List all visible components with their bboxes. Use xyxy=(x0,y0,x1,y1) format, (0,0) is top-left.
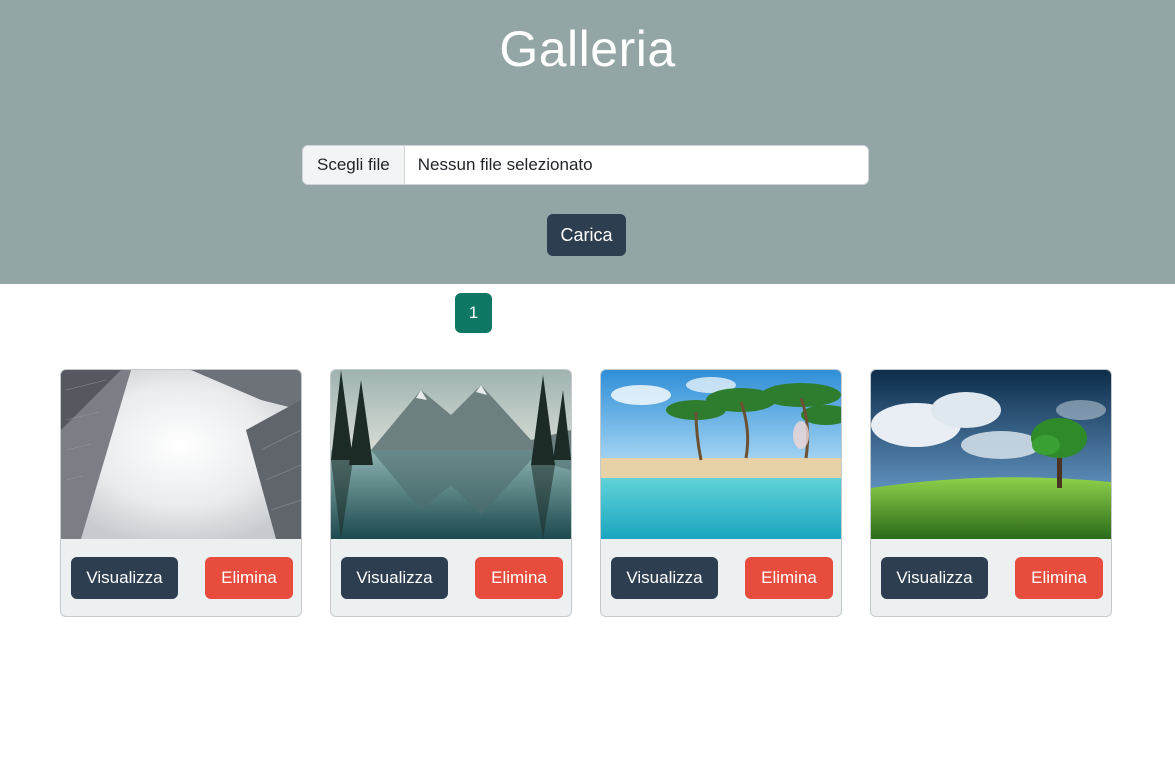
gallery-card-4: Visualizza Elimina xyxy=(870,369,1112,617)
view-button[interactable]: Visualizza xyxy=(881,557,988,599)
choose-file-button[interactable]: Scegli file xyxy=(303,146,405,184)
mountain-lake-image[interactable] xyxy=(331,370,571,539)
upload-button[interactable]: Carica xyxy=(547,214,626,256)
delete-button[interactable]: Elimina xyxy=(205,557,293,599)
view-button[interactable]: Visualizza xyxy=(611,557,718,599)
view-button[interactable]: Visualizza xyxy=(71,557,178,599)
view-button[interactable]: Visualizza xyxy=(341,557,448,599)
page-title: Galleria xyxy=(499,21,676,77)
pagination-page-1[interactable]: 1 xyxy=(455,293,492,333)
file-input[interactable]: Scegli file Nessun file selezionato xyxy=(302,145,869,185)
hero-header: Galleria Scegli file Nessun file selezio… xyxy=(0,0,1175,284)
delete-button[interactable]: Elimina xyxy=(475,557,563,599)
skyscrapers-fog-image[interactable] xyxy=(61,370,301,539)
green-field-tree-image[interactable] xyxy=(871,370,1111,539)
gallery-card-1: Visualizza Elimina xyxy=(60,369,302,617)
gallery-card-3: Visualizza Elimina xyxy=(600,369,842,617)
delete-button[interactable]: Elimina xyxy=(745,557,833,599)
file-status-text: Nessun file selezionato xyxy=(417,155,593,174)
delete-button[interactable]: Elimina xyxy=(1015,557,1103,599)
gallery-card-2: Visualizza Elimina xyxy=(330,369,572,617)
tropical-beach-image[interactable] xyxy=(601,370,841,539)
